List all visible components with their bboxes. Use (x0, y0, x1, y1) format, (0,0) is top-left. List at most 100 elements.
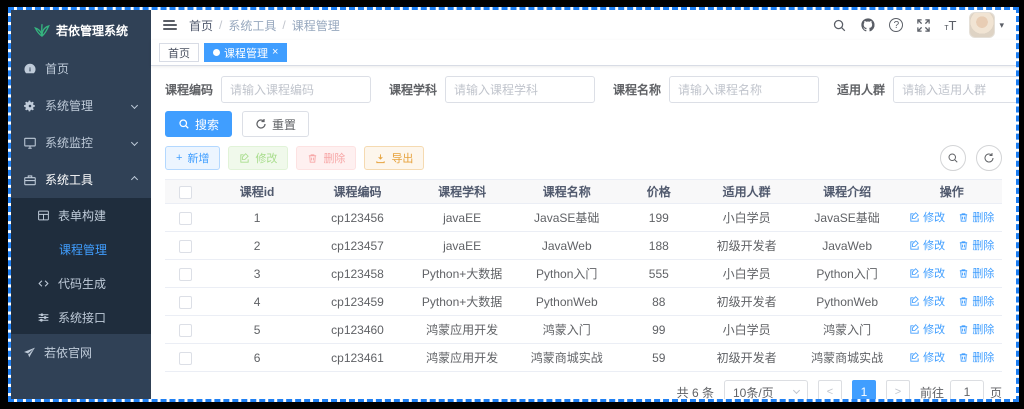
toggle-search-button[interactable] (940, 145, 966, 171)
row-edit-link[interactable]: 修改 (909, 237, 945, 253)
page-size-select[interactable]: 10条/页 (723, 380, 808, 399)
sidebar-item-code-generation[interactable]: 代码生成 (11, 266, 151, 300)
tab-home[interactable]: 首页 (159, 43, 199, 62)
edit-icon (910, 323, 919, 334)
row-delete-link[interactable]: 删除 (958, 265, 994, 281)
table-row: 3 cp123458 Python+大数据 Python入门 555 小白学员 … (165, 259, 1002, 288)
search-icon[interactable] (832, 18, 847, 33)
page-number-1[interactable]: 1 (851, 380, 876, 399)
trash-icon (960, 353, 968, 362)
table-row: 6 cp123461 鸿蒙应用开发 鸿蒙商城实战 59 初级开发者 鸿蒙商城实战… (165, 343, 1002, 372)
trash-icon (960, 297, 968, 306)
sidebar-item-system-tools[interactable]: 系统工具 (11, 161, 151, 198)
chevron-down-icon (130, 138, 139, 147)
row-delete-link[interactable]: 删除 (958, 209, 994, 225)
table-header-row: 课程id 课程编码 课程学科 课程名称 价格 适用人群 课程介绍 操作 (165, 179, 1002, 204)
edit-button[interactable]: 修改 (228, 146, 289, 170)
trash-icon (960, 269, 968, 278)
row-delete-link[interactable]: 删除 (958, 293, 994, 309)
search-button[interactable]: 搜索 (165, 111, 233, 137)
paper-plane-icon (23, 346, 36, 359)
field-course-name: 课程名称 (613, 76, 820, 103)
edit-icon (240, 152, 250, 163)
refresh-icon (984, 153, 994, 163)
main-area: 首页 / 系统工具 / 课程管理 ? тT ▾ 首页 课程管理 × 课程编码 请… (151, 10, 1016, 399)
export-button[interactable]: 导出 (364, 146, 425, 170)
row-delete-link[interactable]: 删除 (958, 321, 994, 337)
row-edit-link[interactable]: 修改 (909, 209, 945, 225)
field-course-code: 课程编码 (165, 76, 372, 103)
row-checkbox[interactable] (179, 323, 193, 337)
user-menu[interactable]: ▾ (969, 12, 1004, 38)
sidebar-item-label: 系统工具 (45, 173, 94, 187)
next-page-button[interactable]: > (885, 380, 910, 399)
sidebar-item-label: 系统监控 (45, 136, 94, 150)
breadcrumb-page: 课程管理 (291, 18, 340, 33)
table-row: 4 cp123459 Python+大数据 PythonWeb 88 初级开发者… (165, 287, 1002, 316)
screenshot-frame: 若依管理系统 首页 系统管理 系统监控 系统工具 表单构建 课程管理 代码生成 … (0, 0, 1024, 409)
edit-icon (910, 211, 919, 222)
course-code-input[interactable] (221, 76, 372, 103)
caret-down-icon (792, 386, 801, 395)
row-checkbox[interactable] (179, 295, 193, 309)
select-all-checkbox[interactable] (179, 185, 193, 199)
sidebar-item-system-management[interactable]: 系统管理 (11, 87, 151, 124)
row-edit-link[interactable]: 修改 (909, 349, 945, 365)
sidebar-item-label: 首页 (45, 62, 70, 76)
navbar-actions: ? тT ▾ (832, 12, 1004, 38)
row-checkbox[interactable] (179, 211, 193, 225)
row-checkbox[interactable] (179, 351, 193, 365)
sidebar-item-course-management[interactable]: 课程管理 (11, 232, 151, 266)
row-checkbox[interactable] (179, 239, 193, 253)
trash-icon (960, 325, 968, 334)
sidebar-item-official-site[interactable]: 若依官网 (11, 334, 151, 371)
goto-page-input[interactable] (949, 380, 984, 399)
sidebar-item-home[interactable]: 首页 (11, 50, 151, 87)
sidebar-item-system-api[interactable]: 系统接口 (11, 300, 151, 334)
prev-page-button[interactable]: < (817, 380, 842, 399)
row-edit-link[interactable]: 修改 (909, 265, 945, 281)
edit-icon (910, 267, 919, 278)
pagination: 共 6 条 10条/页 < 1 > 前往 页 (165, 380, 1002, 399)
search-icon (179, 119, 189, 129)
add-button[interactable]: + 新增 (165, 146, 221, 170)
sidebar-item-label: 表单构建 (58, 208, 107, 223)
row-checkbox[interactable] (179, 267, 193, 281)
sidebar: 若依管理系统 首页 系统管理 系统监控 系统工具 表单构建 课程管理 代码生成 … (11, 10, 151, 399)
page-content: 课程编码 课程学科 课程名称 适用人群 (151, 66, 1016, 399)
refresh-button[interactable] (976, 145, 1002, 171)
course-subject-input[interactable] (445, 76, 596, 103)
menu-fold-icon[interactable] (163, 20, 177, 30)
active-dot (213, 49, 220, 56)
delete-button[interactable]: 删除 (296, 146, 357, 170)
app-logo: 若依管理系统 (11, 10, 151, 50)
row-delete-link[interactable]: 删除 (958, 237, 994, 253)
search-form: 课程编码 课程学科 课程名称 适用人群 (165, 76, 1016, 103)
chevron-down-icon (130, 101, 139, 110)
edit-icon (910, 351, 919, 362)
help-icon[interactable]: ? (889, 18, 904, 32)
close-icon[interactable]: × (272, 47, 278, 58)
table-row: 1 cp123456 javaEE JavaSE基础 199 小白学员 Java… (165, 203, 1002, 232)
logo-leaf-icon (34, 22, 50, 38)
course-name-input[interactable] (669, 76, 820, 103)
row-edit-link[interactable]: 修改 (909, 321, 945, 337)
audience-input[interactable] (893, 76, 1016, 103)
tab-course-management[interactable]: 课程管理 × (204, 43, 288, 62)
toolbar-right (940, 145, 1002, 171)
goto-page: 前往 页 (920, 380, 1002, 399)
dashboard-icon (23, 62, 37, 76)
github-icon[interactable] (860, 17, 876, 33)
search-icon (948, 153, 958, 163)
field-course-subject: 课程学科 (389, 76, 596, 103)
sidebar-item-system-monitor[interactable]: 系统监控 (11, 124, 151, 161)
sidebar-item-form-builder[interactable]: 表单构建 (11, 198, 151, 232)
edit-icon (910, 295, 919, 306)
fullscreen-icon[interactable] (916, 18, 931, 33)
trash-icon (960, 213, 968, 222)
reset-button[interactable]: 重置 (242, 111, 310, 137)
row-delete-link[interactable]: 删除 (958, 349, 994, 365)
font-size-icon[interactable]: тT (944, 18, 956, 33)
row-edit-link[interactable]: 修改 (909, 293, 945, 309)
breadcrumb-home[interactable]: 首页 (189, 17, 213, 34)
